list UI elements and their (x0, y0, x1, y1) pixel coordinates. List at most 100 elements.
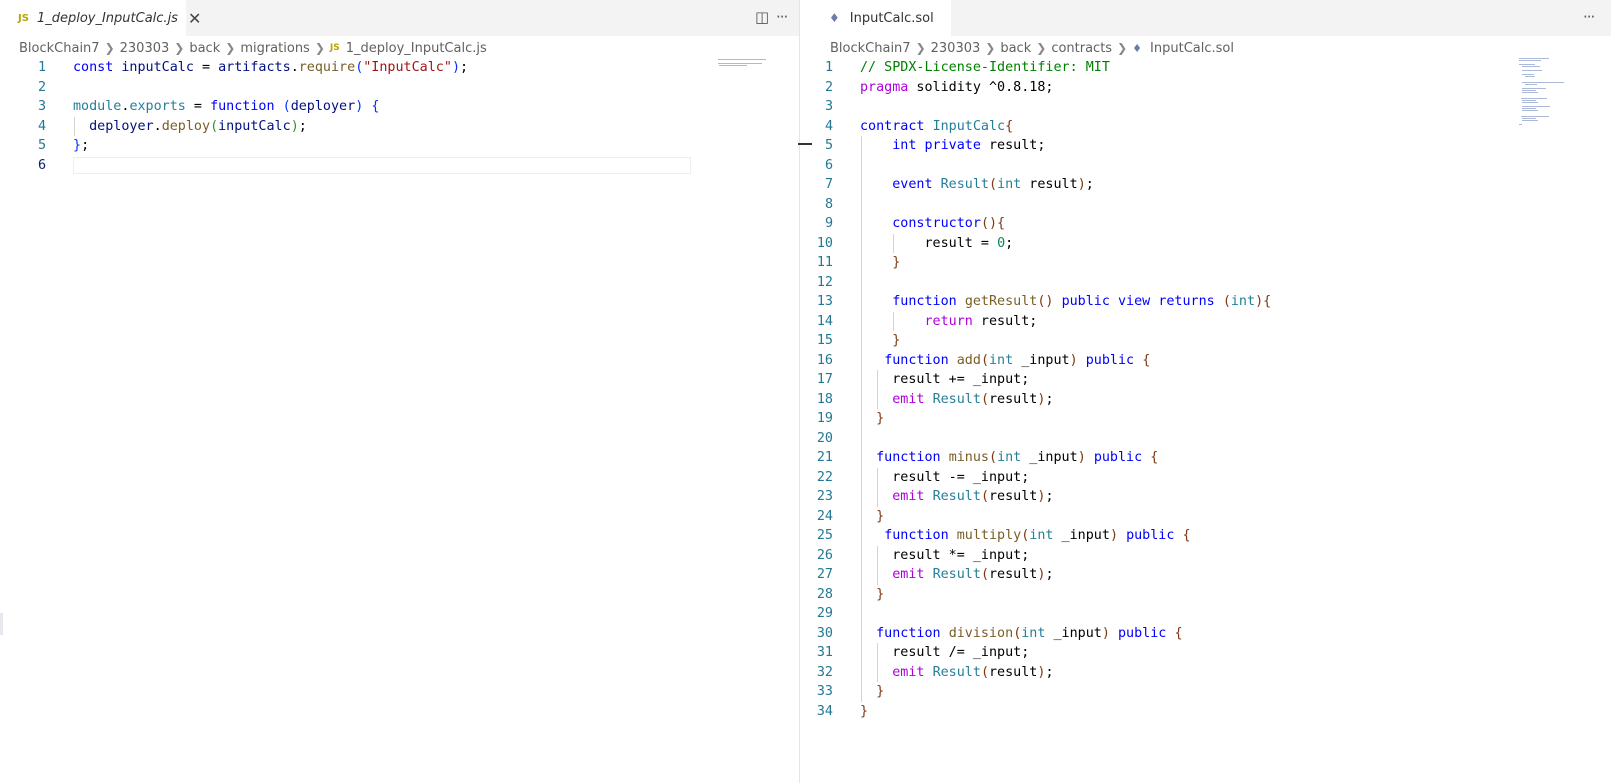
minimap-line (1522, 102, 1538, 103)
code-editor-sol[interactable]: 1 // SPDX-License-Identifier: MIT 2 pragma … (813, 57, 1611, 783)
chevron-right-icon: ❯ (915, 41, 926, 55)
code-line[interactable]: emit Result(result); (860, 487, 1053, 507)
indent-guide (893, 233, 894, 253)
code-line[interactable]: result -= _input; (860, 468, 1029, 488)
line-number: 2 (824, 79, 833, 95)
code-line[interactable]: emit Result(result); (860, 390, 1053, 410)
chevron-right-icon: ❯ (174, 41, 185, 55)
line-number: 11 (816, 255, 833, 270)
tab-deploy-inputcalc-js[interactable]: JS 1_deploy_InputCalc.js ✕ (0, 0, 201, 36)
code-line[interactable]: emit Result(result); (860, 565, 1053, 585)
code-line[interactable]: function add(int _input) public { (860, 351, 1150, 371)
code-line[interactable]: } (860, 331, 900, 351)
breadcrumb-item[interactable]: BlockChain7 (19, 41, 100, 56)
minimap-line (1522, 66, 1540, 67)
breadcrumb-item[interactable]: 230303 (120, 41, 170, 56)
javascript-file-icon: JS (18, 12, 29, 24)
code-line[interactable]: } (860, 409, 884, 429)
tab-inputcalc-sol[interactable]: ♦ InputCalc.sol (813, 0, 951, 36)
line-number: 2 (37, 79, 46, 95)
line-number: 1 (824, 60, 833, 75)
breadcrumb-file[interactable]: InputCalc.sol (1150, 41, 1234, 56)
code-line[interactable]: }; (73, 136, 89, 156)
code-line[interactable]: result *= _input; (860, 546, 1029, 566)
line-number: 7 (824, 177, 833, 192)
tab-label: InputCalc.sol (849, 10, 934, 26)
code-line[interactable]: result = 0; (860, 234, 1013, 254)
code-line[interactable]: function multiply(int _input) public { (860, 526, 1190, 546)
chevron-right-icon: ❯ (985, 41, 996, 55)
tab-label: 1_deploy_InputCalc.js (36, 10, 178, 26)
minimap[interactable] (1519, 58, 1589, 128)
code-line[interactable]: } (860, 507, 884, 527)
minimap[interactable] (718, 58, 778, 78)
split-editor-icon[interactable]: ◫ (755, 8, 769, 26)
code-line[interactable]: deployer.deploy(inputCalc); (73, 117, 307, 137)
left-editor-pane: JS 1_deploy_InputCalc.js ✕ ◫ ··· BlockCh… (0, 0, 800, 783)
indent-guide (877, 370, 878, 409)
pane-divider[interactable] (799, 0, 800, 783)
line-number: 22 (816, 469, 833, 485)
code-line[interactable]: } (860, 253, 900, 273)
line-number: 3 (37, 99, 46, 114)
code-line[interactable]: constructor(){ (860, 214, 1005, 234)
line-number: 6 (824, 157, 833, 173)
breadcrumb-item[interactable]: back (1000, 41, 1031, 56)
current-line-highlight (73, 156, 691, 174)
code-line[interactable]: return result; (860, 312, 1038, 332)
left-tab-bar: JS 1_deploy_InputCalc.js ✕ ◫ ··· (0, 0, 800, 36)
breadcrumb-item[interactable]: contracts (1051, 41, 1112, 56)
breadcrumb: BlockChain7 ❯ 230303 ❯ back ❯ contracts … (830, 37, 1234, 59)
code-line[interactable]: contract InputCalc{ (860, 117, 1013, 137)
code-line[interactable]: // SPDX-License-Identifier: MIT (860, 58, 1110, 78)
indent-guide (893, 311, 894, 331)
line-number: 25 (816, 528, 833, 543)
breadcrumb-item[interactable]: back (189, 41, 220, 56)
line-number: 17 (816, 372, 833, 387)
code-editor-js[interactable]: 1 const inputCalc = artifacts.require("In… (0, 57, 800, 783)
minimap-line (1522, 118, 1536, 119)
line-number: 19 (816, 411, 833, 426)
breadcrumb-item[interactable]: 230303 (931, 41, 981, 56)
code-line[interactable]: module.exports = function (deployer) { (73, 97, 379, 117)
code-line[interactable]: result /= _input; (860, 643, 1029, 663)
breadcrumb-item[interactable]: migrations (240, 41, 310, 56)
more-actions-icon[interactable]: ··· (1583, 8, 1595, 26)
more-actions-icon[interactable]: ··· (776, 8, 788, 26)
minimap-line (1525, 76, 1535, 77)
chevron-right-icon: ❯ (1036, 41, 1047, 55)
code-line[interactable]: const inputCalc = artifacts.require("Inp… (73, 58, 468, 78)
minimap-line (1522, 106, 1550, 107)
code-line[interactable]: } (860, 682, 884, 702)
code-line[interactable]: function getResult() public view returns… (860, 292, 1271, 312)
minimap-line (1522, 70, 1542, 71)
code-line[interactable]: function division(int _input) public { (860, 624, 1182, 644)
line-number: 23 (816, 489, 833, 504)
line-number: 34 (816, 703, 833, 719)
right-editor-pane: ♦ InputCalc.sol ··· BlockChain7 ❯ 230303… (813, 0, 1611, 783)
chevron-right-icon: ❯ (104, 41, 115, 55)
line-number: 24 (816, 508, 833, 524)
scrollbar-marker (798, 143, 812, 145)
minimap-line (1522, 100, 1536, 101)
minimap-line (1519, 64, 1535, 65)
code-line[interactable]: event Result(int result); (860, 175, 1094, 195)
code-line[interactable]: } (860, 702, 868, 722)
line-number: 13 (816, 294, 833, 309)
code-line[interactable]: emit Result(result); (860, 663, 1053, 683)
code-line[interactable]: result += _input; (860, 370, 1029, 390)
code-line[interactable]: pragma solidity ^0.8.18; (860, 78, 1054, 98)
minimap-line (1522, 74, 1534, 75)
line-number: 29 (816, 606, 833, 621)
line-number: 26 (816, 547, 833, 563)
close-icon[interactable]: ✕ (188, 9, 201, 28)
code-line[interactable]: } (860, 585, 884, 605)
line-number: 3 (824, 99, 833, 114)
line-number: 9 (824, 216, 833, 231)
scroll-indicator (0, 613, 3, 635)
code-line[interactable]: int private result; (860, 136, 1045, 156)
breadcrumb-item[interactable]: BlockChain7 (830, 41, 911, 56)
code-line[interactable]: function minus(int _input) public { (860, 448, 1158, 468)
line-number: 10 (816, 235, 833, 251)
breadcrumb-file[interactable]: 1_deploy_InputCalc.js (346, 41, 487, 56)
